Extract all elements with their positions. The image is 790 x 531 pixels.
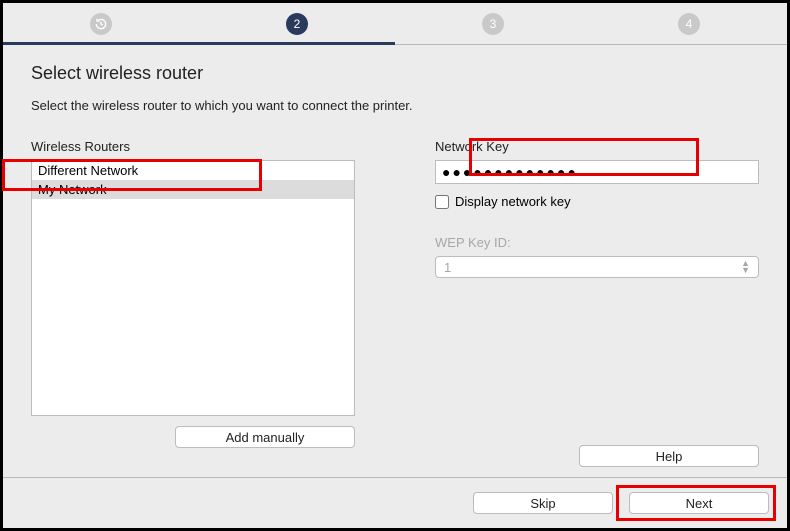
wep-select: 1 ▲▼ [435,256,759,278]
left-below-row: Add manually [31,426,355,448]
content-area: Select wireless router Select the wirele… [3,45,787,477]
right-column: Network Key Display network key WEP Key … [435,139,759,467]
help-button[interactable]: Help [579,445,759,467]
next-button[interactable]: Next [629,492,769,514]
step-2: 2 [199,13,395,35]
skip-button[interactable]: Skip [473,492,613,514]
stepper: 2 3 4 [3,3,787,45]
right-below-row: Help [435,445,759,467]
step-3-circle: 3 [482,13,504,35]
routers-label: Wireless Routers [31,139,355,154]
step-3: 3 [395,13,591,35]
display-key-row[interactable]: Display network key [435,194,759,209]
network-key-label: Network Key [435,139,759,154]
wep-label: WEP Key ID: [435,235,759,250]
step-2-label: 2 [294,17,301,31]
step-4: 4 [591,13,787,35]
installer-window: 2 3 4 Select wireless router Select the … [0,0,790,531]
left-column: Wireless Routers Different Network My Ne… [31,139,355,467]
add-manually-button[interactable]: Add manually [175,426,355,448]
display-key-checkbox[interactable] [435,195,449,209]
display-key-label: Display network key [455,194,571,209]
router-item-0[interactable]: Different Network [32,161,354,180]
step-4-label: 4 [686,17,693,31]
step-2-circle: 2 [286,13,308,35]
step-3-label: 3 [490,17,497,31]
chevron-updown-icon: ▲▼ [741,260,750,274]
step-1-circle [90,13,112,35]
router-item-1[interactable]: My Network [32,180,354,199]
page-subtitle: Select the wireless router to which you … [31,98,759,113]
page-title: Select wireless router [31,63,759,84]
step-1 [3,13,199,35]
history-icon [94,17,108,31]
bottom-bar: Skip Next [3,477,787,528]
wep-value: 1 [444,260,451,275]
columns: Wireless Routers Different Network My Ne… [31,139,759,467]
network-key-input[interactable] [435,160,759,184]
step-4-circle: 4 [678,13,700,35]
router-list[interactable]: Different Network My Network [31,160,355,416]
